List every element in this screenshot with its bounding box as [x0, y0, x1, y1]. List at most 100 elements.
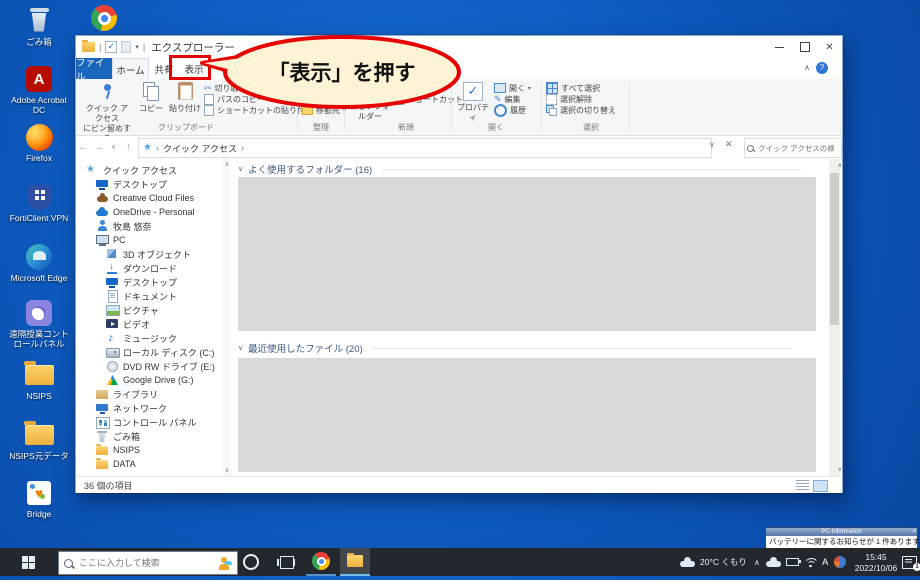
sidebar-item[interactable]: ごみ箱: [76, 429, 223, 443]
sidebar-item-label: 3D オブジェクト: [123, 249, 192, 260]
onedrive-tray-icon[interactable]: [766, 548, 782, 576]
sidebar-item[interactable]: ネットワーク: [76, 401, 223, 415]
taskbar-chrome-button[interactable]: [306, 548, 336, 576]
desktop-icon-label: 遠隔授業コントロールパネル: [9, 329, 69, 350]
sidebar-item[interactable]: 3D オブジェクト: [76, 247, 223, 261]
sidebar-item[interactable]: NSIPS: [76, 443, 223, 457]
battery-tray-icon[interactable]: [786, 548, 801, 576]
address-dropdown-icon[interactable]: ∨: [709, 140, 715, 149]
sidebar-item[interactable]: デスクトップ: [76, 177, 223, 191]
select-none-button[interactable]: 選択解除: [546, 93, 592, 105]
desktop-icon[interactable]: Bridge: [6, 478, 72, 519]
up-icon[interactable]: ↑: [121, 142, 136, 153]
taskbar-explorer-button[interactable]: [340, 548, 370, 576]
invert-selection-button[interactable]: 選択の切り替え: [546, 104, 616, 116]
desktop-icon-label: FortiClient VPN: [9, 213, 69, 223]
desktop-icon[interactable]: Firefox: [6, 122, 72, 163]
start-button[interactable]: [0, 548, 56, 576]
show-hidden-icons[interactable]: ∧: [754, 548, 760, 576]
search-highlights-icon[interactable]: [217, 556, 232, 571]
sidebar-item[interactable]: Creative Cloud Files: [76, 191, 223, 205]
sidebar-item-icon: [96, 458, 109, 470]
chrome-icon: [312, 552, 330, 570]
desktop-icon[interactable]: NSIPS: [6, 360, 72, 401]
sidebar-item-label: NSIPS: [113, 445, 141, 455]
sidebar-item[interactable]: ローカル ディスク (C:): [76, 345, 223, 359]
sidebar-item-label: デスクトップ: [113, 179, 168, 190]
task-view-button[interactable]: [272, 548, 302, 576]
properties-qat-icon[interactable]: ✓: [105, 41, 118, 53]
sidebar-item[interactable]: デスクトップ: [76, 275, 223, 289]
taskbar-search-input[interactable]: [77, 557, 213, 569]
select-all-button[interactable]: すべて選択: [546, 82, 600, 94]
sidebar-item[interactable]: ライブラリ: [76, 387, 223, 401]
close-icon[interactable]: ×: [912, 528, 916, 536]
sidebar-item[interactable]: DATA: [76, 457, 223, 471]
search-box: [744, 138, 842, 158]
close-button[interactable]: ✕: [817, 36, 842, 58]
copy-button[interactable]: コピー: [134, 82, 168, 114]
sidebar-item-label: ビデオ: [123, 319, 151, 330]
clock[interactable]: 15:45 2022/10/06: [852, 548, 900, 580]
desktop-icon[interactable]: NSIPS元データ: [6, 420, 72, 461]
action-center-button[interactable]: 1: [902, 548, 920, 576]
details-view-icon[interactable]: [796, 480, 809, 490]
new-folder-qat-icon[interactable]: [121, 41, 132, 53]
sidebar-item[interactable]: コントロール パネル: [76, 415, 223, 429]
scroll-down-icon[interactable]: ∨: [835, 466, 846, 473]
sidebar-item-icon: [106, 318, 119, 330]
search-input[interactable]: [756, 142, 836, 154]
sidebar-item[interactable]: Google Drive (G:): [76, 373, 223, 387]
group-separator: [541, 82, 542, 130]
sidebar-item[interactable]: ピクチャ: [76, 303, 223, 317]
cortana-button[interactable]: [236, 548, 266, 576]
scroll-up-icon[interactable]: ∧: [223, 161, 231, 168]
collapse-ribbon-icon[interactable]: ∧: [804, 63, 810, 72]
sidebar-item[interactable]: PC: [76, 233, 223, 247]
frequent-folders-header[interactable]: ∨ よく使用するフォルダー (16): [238, 162, 802, 176]
back-icon[interactable]: ←: [76, 142, 91, 153]
desktop-icon[interactable]: 遠隔授業コントロールパネル: [6, 298, 72, 349]
maximize-button[interactable]: [792, 36, 817, 58]
sidebar-item[interactable]: ドキュメント: [76, 289, 223, 303]
sidebar-item-icon: [96, 178, 109, 190]
sidebar-item[interactable]: クイック アクセス: [76, 163, 223, 177]
wifi-tray-icon[interactable]: [804, 548, 817, 576]
ribbon-tab[interactable]: ホーム: [112, 58, 149, 80]
content-scrollbar[interactable]: ∧ ∨: [829, 159, 842, 476]
help-icon[interactable]: ?: [816, 62, 828, 74]
weather-widget[interactable]: 20°C くもり: [680, 548, 747, 576]
large-icons-view-icon[interactable]: [813, 480, 828, 492]
cortana-icon: [243, 554, 259, 570]
desktop-icon[interactable]: Microsoft Edge: [6, 242, 72, 283]
history-button[interactable]: 履歴: [494, 103, 526, 117]
sidebar-item[interactable]: ミュージック: [76, 331, 223, 345]
ime-indicator[interactable]: A: [822, 548, 828, 576]
scroll-up-icon[interactable]: ∧: [835, 162, 846, 169]
recent-locations-icon[interactable]: ∨: [106, 143, 121, 151]
refresh-cancel-icon[interactable]: ✕: [725, 139, 733, 150]
notification-popup[interactable]: PC-Information × バッテリーに関するお知らせが 1 件あります: [765, 527, 920, 550]
sidebar-item[interactable]: 牧島 悠奈: [76, 219, 223, 233]
minimize-button[interactable]: [767, 36, 792, 58]
forward-icon[interactable]: →: [91, 142, 106, 153]
sidebar-item[interactable]: DVD RW ドライブ (E:): [76, 359, 223, 373]
desktop-icon[interactable]: FortiClient VPN: [6, 182, 72, 223]
scrollbar-thumb[interactable]: [830, 173, 839, 325]
open-button[interactable]: 開く ▾: [494, 83, 531, 93]
edit-button[interactable]: 編集: [494, 94, 521, 104]
ribbon-tab[interactable]: ファイル: [76, 58, 112, 83]
sidebar-item[interactable]: OneDrive - Personal: [76, 205, 223, 219]
breadcrumb-item[interactable]: クイック アクセス: [163, 142, 237, 155]
qat-dropdown-icon[interactable]: ▾: [135, 43, 139, 51]
desktop-icon[interactable]: Adobe Acrobat DC: [6, 64, 72, 115]
breadcrumb[interactable]: ★ クイック アクセス: [138, 138, 712, 158]
pin-to-quick-access-button[interactable]: クイック アクセスにピン留めする: [83, 82, 131, 144]
tray-app-icon[interactable]: [834, 548, 846, 576]
recent-files-header[interactable]: ∨ 最近使用したファイル (20): [238, 341, 792, 355]
sidebar-scrollbar[interactable]: ∧ ∨: [223, 159, 231, 476]
sidebar-item[interactable]: ビデオ: [76, 317, 223, 331]
scroll-down-icon[interactable]: ∨: [223, 467, 231, 474]
sidebar-item[interactable]: ダウンロード: [76, 261, 223, 275]
desktop-icon[interactable]: ごみ箱: [6, 6, 72, 47]
